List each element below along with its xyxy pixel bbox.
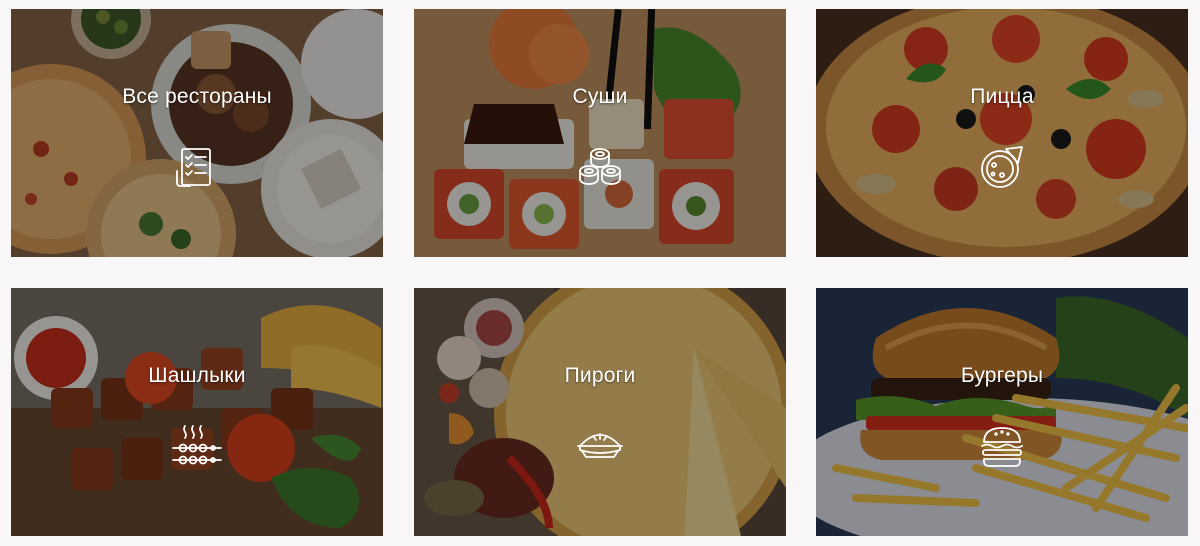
burger-icon — [976, 420, 1028, 472]
image-overlay — [414, 288, 786, 536]
image-overlay — [816, 288, 1188, 536]
pie-icon — [574, 420, 626, 472]
category-card-burgers[interactable]: Бургеры — [816, 288, 1188, 536]
category-card-pies[interactable]: Пироги — [414, 288, 786, 536]
category-card-shashlik[interactable]: Шашлыки — [11, 288, 383, 536]
category-card-pizza[interactable]: Пицца — [816, 9, 1188, 257]
category-label: Суши — [572, 85, 628, 108]
category-label: Шашлыки — [148, 364, 246, 387]
category-label: Все рестораны — [122, 85, 272, 108]
sushi-rolls-icon — [574, 141, 626, 193]
checklist-icon — [171, 141, 223, 193]
category-label: Пироги — [564, 364, 636, 387]
image-overlay — [816, 9, 1188, 257]
category-label: Пицца — [970, 85, 1034, 108]
category-card-all-restaurants[interactable]: Все рестораны — [11, 9, 383, 257]
category-label: Бургеры — [960, 364, 1044, 387]
pizza-icon — [976, 141, 1028, 193]
category-grid: Все рестораны Суши Пицца Шашлыки Пироги … — [0, 0, 1200, 546]
image-overlay — [414, 9, 786, 257]
image-overlay — [11, 9, 383, 257]
image-overlay — [11, 288, 383, 536]
category-card-sushi[interactable]: Суши — [414, 9, 786, 257]
skewers-icon — [171, 420, 223, 472]
